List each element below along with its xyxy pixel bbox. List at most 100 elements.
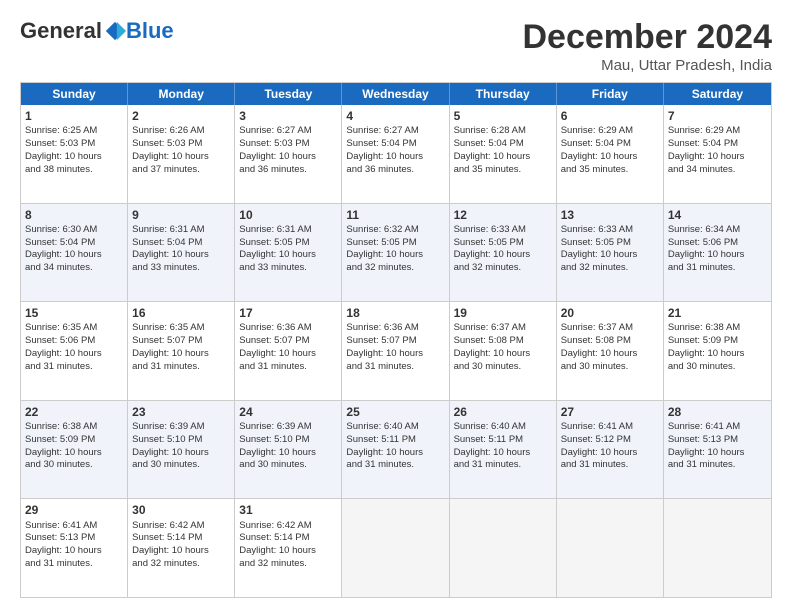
cal-cell-30: 30 Sunrise: 6:42 AM Sunset: 5:14 PM Dayli… xyxy=(128,499,235,597)
day-number: 29 xyxy=(25,502,123,518)
day-info: Sunrise: 6:34 AM Sunset: 5:06 PM Dayligh… xyxy=(668,224,745,273)
day-info: Sunrise: 6:25 AM Sunset: 5:03 PM Dayligh… xyxy=(25,125,102,174)
day-number: 31 xyxy=(239,502,337,518)
weekday-header-tuesday: Tuesday xyxy=(235,83,342,105)
weekday-header-thursday: Thursday xyxy=(450,83,557,105)
logo-text: General Blue xyxy=(20,18,174,44)
cal-cell-15: 15Sunrise: 6:35 AM Sunset: 5:06 PM Dayli… xyxy=(21,302,128,400)
day-number: 14 xyxy=(668,207,767,223)
day-info: Sunrise: 6:42 AM Sunset: 5:14 PM Dayligh… xyxy=(239,520,316,569)
weekday-header-saturday: Saturday xyxy=(664,83,771,105)
cal-cell-9: 9Sunrise: 6:31 AM Sunset: 5:04 PM Daylig… xyxy=(128,204,235,302)
cal-cell-22: 22Sunrise: 6:38 AM Sunset: 5:09 PM Dayli… xyxy=(21,401,128,499)
title-block: December 2024 Mau, Uttar Pradesh, India xyxy=(522,18,772,74)
cal-cell-6: 6Sunrise: 6:29 AM Sunset: 5:04 PM Daylig… xyxy=(557,105,664,203)
cal-cell-24: 24Sunrise: 6:39 AM Sunset: 5:10 PM Dayli… xyxy=(235,401,342,499)
day-number: 11 xyxy=(346,207,444,223)
day-number: 19 xyxy=(454,305,552,321)
cal-cell-29: 29Sunrise: 6:41 AM Sunset: 5:13 PM Dayli… xyxy=(21,499,128,597)
cal-cell-7: 7Sunrise: 6:29 AM Sunset: 5:04 PM Daylig… xyxy=(664,105,771,203)
day-info: Sunrise: 6:32 AM Sunset: 5:05 PM Dayligh… xyxy=(346,224,423,273)
day-number: 20 xyxy=(561,305,659,321)
cal-cell-28: 28Sunrise: 6:41 AM Sunset: 5:13 PM Dayli… xyxy=(664,401,771,499)
cal-cell-empty-5 xyxy=(557,499,664,597)
day-info: Sunrise: 6:29 AM Sunset: 5:04 PM Dayligh… xyxy=(668,125,745,174)
day-number: 24 xyxy=(239,404,337,420)
weekday-header-friday: Friday xyxy=(557,83,664,105)
day-number: 2 xyxy=(132,108,230,124)
cal-cell-16: 16Sunrise: 6:35 AM Sunset: 5:07 PM Dayli… xyxy=(128,302,235,400)
day-number: 18 xyxy=(346,305,444,321)
day-number: 10 xyxy=(239,207,337,223)
day-number: 22 xyxy=(25,404,123,420)
day-info: Sunrise: 6:35 AM Sunset: 5:07 PM Dayligh… xyxy=(132,322,209,371)
cal-cell-19: 19Sunrise: 6:37 AM Sunset: 5:08 PM Dayli… xyxy=(450,302,557,400)
day-number: 15 xyxy=(25,305,123,321)
day-number: 8 xyxy=(25,207,123,223)
calendar: SundayMondayTuesdayWednesdayThursdayFrid… xyxy=(20,82,772,598)
cal-cell-21: 21Sunrise: 6:38 AM Sunset: 5:09 PM Dayli… xyxy=(664,302,771,400)
day-info: Sunrise: 6:42 AM Sunset: 5:14 PM Dayligh… xyxy=(132,520,209,569)
day-number: 6 xyxy=(561,108,659,124)
cal-cell-26: 26Sunrise: 6:40 AM Sunset: 5:11 PM Dayli… xyxy=(450,401,557,499)
day-info: Sunrise: 6:27 AM Sunset: 5:03 PM Dayligh… xyxy=(239,125,316,174)
day-info: Sunrise: 6:37 AM Sunset: 5:08 PM Dayligh… xyxy=(561,322,638,371)
weekday-header-sunday: Sunday xyxy=(21,83,128,105)
day-number: 27 xyxy=(561,404,659,420)
cal-cell-11: 11Sunrise: 6:32 AM Sunset: 5:05 PM Dayli… xyxy=(342,204,449,302)
calendar-header: SundayMondayTuesdayWednesdayThursdayFrid… xyxy=(21,83,771,105)
day-number: 9 xyxy=(132,207,230,223)
cal-cell-17: 17Sunrise: 6:36 AM Sunset: 5:07 PM Dayli… xyxy=(235,302,342,400)
month-title: December 2024 xyxy=(522,18,772,57)
cal-cell-empty-3 xyxy=(342,499,449,597)
cal-row-1: 8Sunrise: 6:30 AM Sunset: 5:04 PM Daylig… xyxy=(21,203,771,302)
cal-row-2: 15Sunrise: 6:35 AM Sunset: 5:06 PM Dayli… xyxy=(21,301,771,400)
day-info: Sunrise: 6:39 AM Sunset: 5:10 PM Dayligh… xyxy=(239,421,316,470)
day-info: Sunrise: 6:35 AM Sunset: 5:06 PM Dayligh… xyxy=(25,322,102,371)
cal-cell-12: 12Sunrise: 6:33 AM Sunset: 5:05 PM Dayli… xyxy=(450,204,557,302)
day-number: 1 xyxy=(25,108,123,124)
cal-cell-5: 5Sunrise: 6:28 AM Sunset: 5:04 PM Daylig… xyxy=(450,105,557,203)
cal-cell-25: 25Sunrise: 6:40 AM Sunset: 5:11 PM Dayli… xyxy=(342,401,449,499)
cal-cell-14: 14Sunrise: 6:34 AM Sunset: 5:06 PM Dayli… xyxy=(664,204,771,302)
day-info: Sunrise: 6:38 AM Sunset: 5:09 PM Dayligh… xyxy=(25,421,102,470)
cal-cell-23: 23Sunrise: 6:39 AM Sunset: 5:10 PM Dayli… xyxy=(128,401,235,499)
day-info: Sunrise: 6:40 AM Sunset: 5:11 PM Dayligh… xyxy=(346,421,423,470)
cal-cell-1: 1Sunrise: 6:25 AM Sunset: 5:03 PM Daylig… xyxy=(21,105,128,203)
day-info: Sunrise: 6:38 AM Sunset: 5:09 PM Dayligh… xyxy=(668,322,745,371)
page: General Blue December 2024 Mau, Uttar Pr… xyxy=(0,0,792,612)
day-info: Sunrise: 6:37 AM Sunset: 5:08 PM Dayligh… xyxy=(454,322,531,371)
day-info: Sunrise: 6:26 AM Sunset: 5:03 PM Dayligh… xyxy=(132,125,209,174)
cal-cell-18: 18Sunrise: 6:36 AM Sunset: 5:07 PM Dayli… xyxy=(342,302,449,400)
header: General Blue December 2024 Mau, Uttar Pr… xyxy=(20,18,772,74)
cal-cell-2: 2Sunrise: 6:26 AM Sunset: 5:03 PM Daylig… xyxy=(128,105,235,203)
day-info: Sunrise: 6:27 AM Sunset: 5:04 PM Dayligh… xyxy=(346,125,423,174)
day-number: 28 xyxy=(668,404,767,420)
day-number: 26 xyxy=(454,404,552,420)
cal-cell-31: 31 Sunrise: 6:42 AM Sunset: 5:14 PM Dayli… xyxy=(235,499,342,597)
day-info: Sunrise: 6:30 AM Sunset: 5:04 PM Dayligh… xyxy=(25,224,102,273)
calendar-body: 1Sunrise: 6:25 AM Sunset: 5:03 PM Daylig… xyxy=(21,105,771,597)
day-number: 23 xyxy=(132,404,230,420)
cal-cell-4: 4Sunrise: 6:27 AM Sunset: 5:04 PM Daylig… xyxy=(342,105,449,203)
day-number: 21 xyxy=(668,305,767,321)
logo-blue: Blue xyxy=(126,18,174,44)
day-info: Sunrise: 6:29 AM Sunset: 5:04 PM Dayligh… xyxy=(561,125,638,174)
cal-cell-20: 20Sunrise: 6:37 AM Sunset: 5:08 PM Dayli… xyxy=(557,302,664,400)
cal-cell-8: 8Sunrise: 6:30 AM Sunset: 5:04 PM Daylig… xyxy=(21,204,128,302)
day-number: 16 xyxy=(132,305,230,321)
day-number: 4 xyxy=(346,108,444,124)
day-number: 13 xyxy=(561,207,659,223)
location: Mau, Uttar Pradesh, India xyxy=(522,57,772,74)
cal-cell-27: 27Sunrise: 6:41 AM Sunset: 5:12 PM Dayli… xyxy=(557,401,664,499)
day-number: 25 xyxy=(346,404,444,420)
day-number: 30 xyxy=(132,502,230,518)
day-number: 12 xyxy=(454,207,552,223)
cal-cell-13: 13Sunrise: 6:33 AM Sunset: 5:05 PM Dayli… xyxy=(557,204,664,302)
day-info: Sunrise: 6:31 AM Sunset: 5:05 PM Dayligh… xyxy=(239,224,316,273)
weekday-header-monday: Monday xyxy=(128,83,235,105)
cal-row-0: 1Sunrise: 6:25 AM Sunset: 5:03 PM Daylig… xyxy=(21,105,771,203)
day-info: Sunrise: 6:28 AM Sunset: 5:04 PM Dayligh… xyxy=(454,125,531,174)
day-info: Sunrise: 6:31 AM Sunset: 5:04 PM Dayligh… xyxy=(132,224,209,273)
cal-row-4: 29Sunrise: 6:41 AM Sunset: 5:13 PM Dayli… xyxy=(21,498,771,597)
